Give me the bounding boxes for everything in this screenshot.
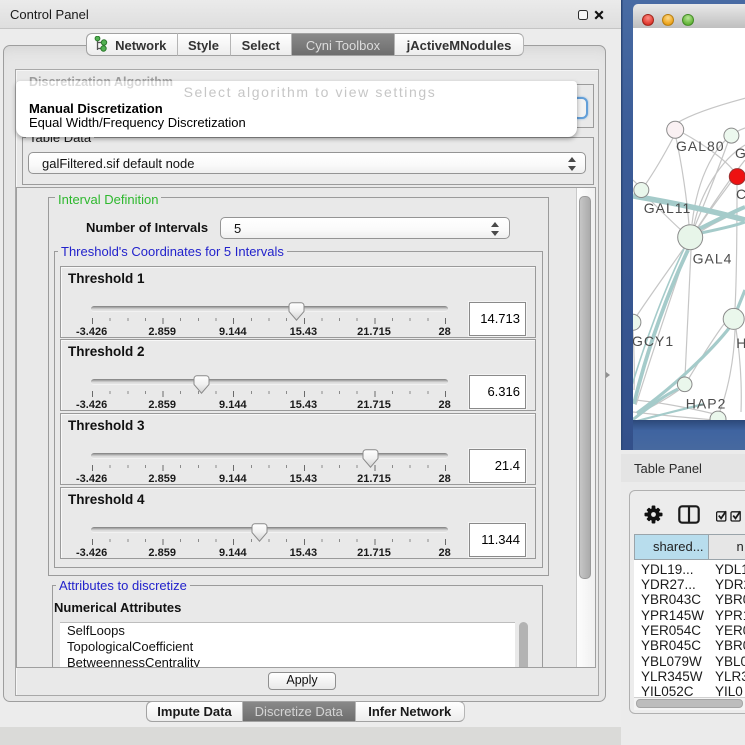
svg-text:GCY1: GCY1 (633, 333, 674, 349)
svg-text:GAL4: GAL4 (693, 251, 733, 267)
svg-text:GAL11: GAL11 (644, 200, 692, 216)
svg-text:HAP2: HAP2 (686, 396, 727, 412)
svg-text:GAL80: GAL80 (676, 138, 725, 154)
svg-text:C: C (736, 186, 745, 202)
svg-text:GA: GA (735, 145, 745, 161)
svg-text:H: H (736, 335, 745, 351)
